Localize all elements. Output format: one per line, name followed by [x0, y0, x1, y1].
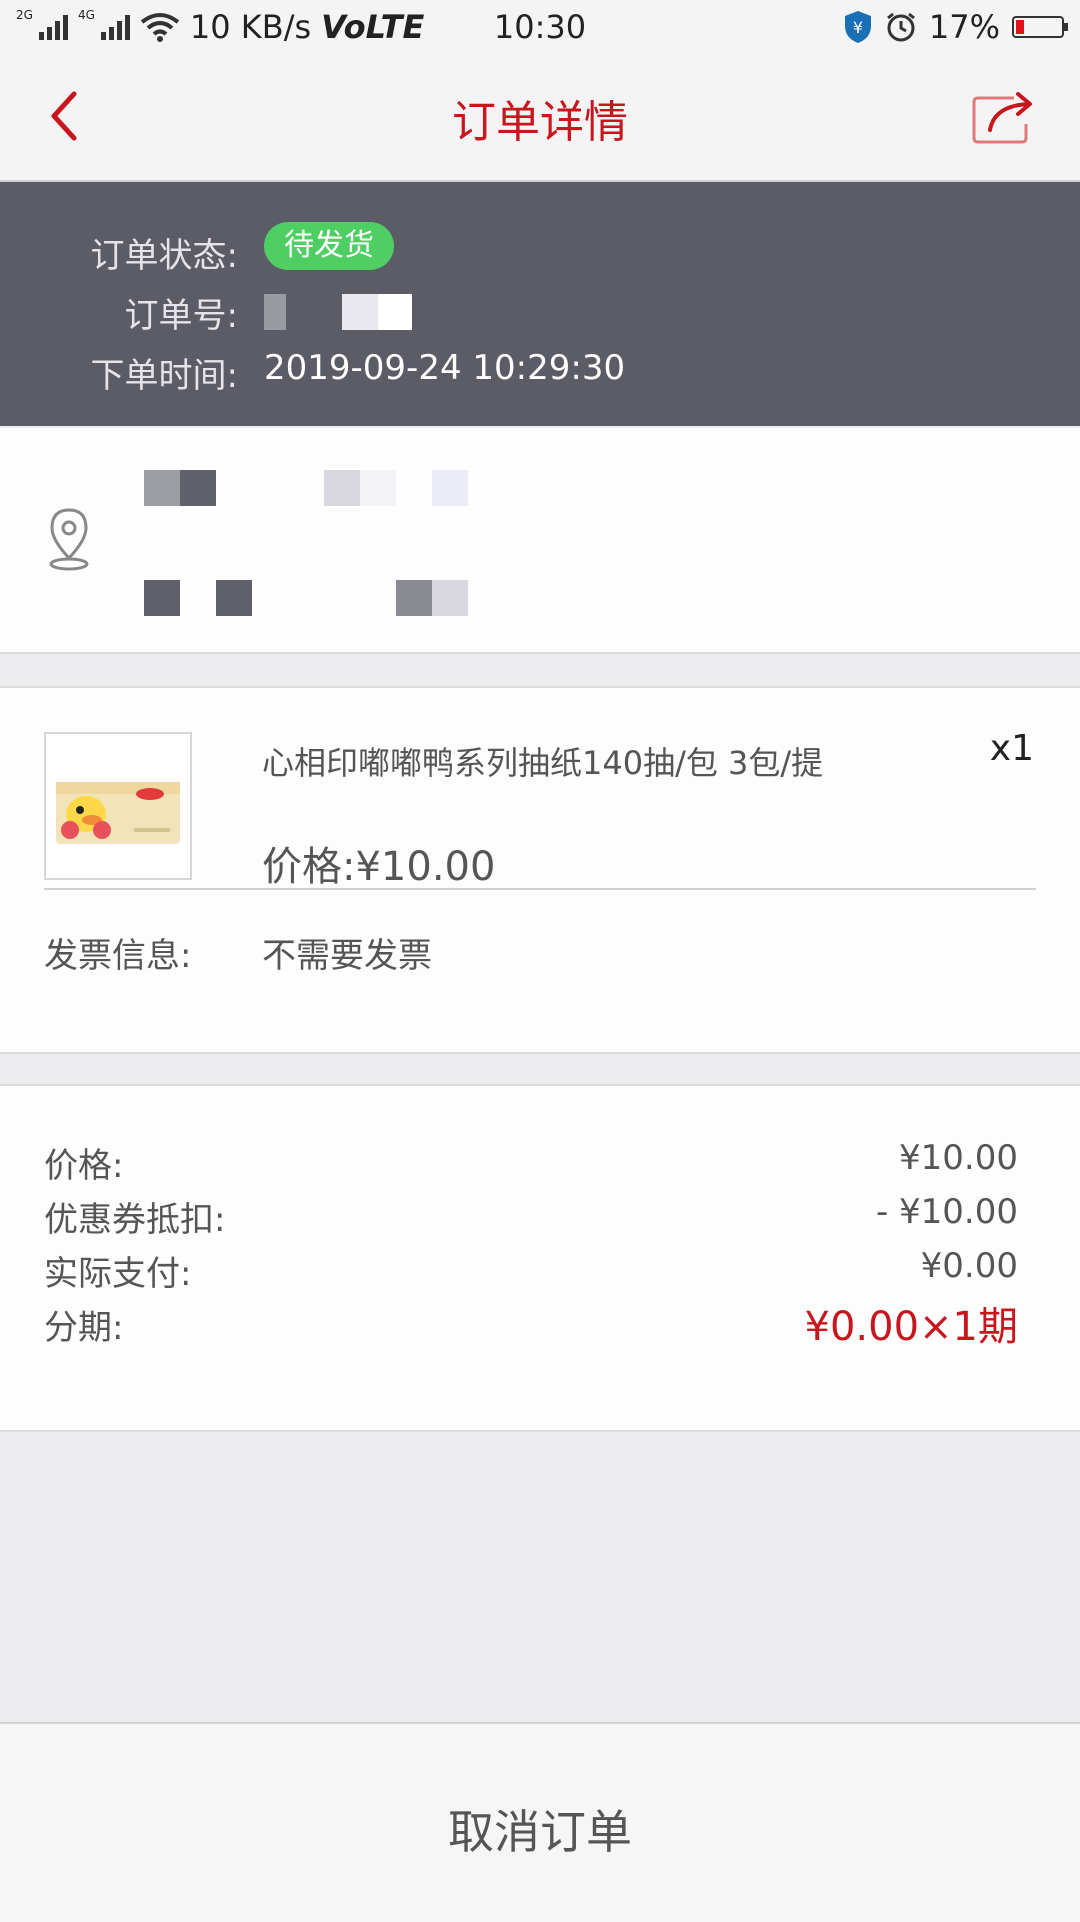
coupon-row: 优惠券抵扣: - ¥10.00 [44, 1192, 1018, 1240]
order-time-row: 下单时间: 2019-09-24 10:29:30 [0, 348, 1080, 398]
divider [44, 888, 1036, 890]
order-number-row: 订单号: [0, 288, 1080, 338]
order-header: 订单状态: 待发货 订单号: 下单时间: 2019-09-24 10:29:30 [0, 182, 1080, 426]
invoice-value: 不需要发票 [262, 936, 432, 976]
battery-icon [1012, 16, 1068, 38]
price-row: 价格: ¥10.00 [44, 1138, 1018, 1186]
order-status-label: 订单状态: [90, 236, 238, 276]
svg-text:¥: ¥ [853, 18, 863, 37]
page-title: 订单详情 [452, 97, 628, 148]
status-badge: 待发货 [264, 222, 394, 270]
nav-bar: 订单详情 [0, 56, 1080, 182]
installment-label: 分期: [44, 1308, 124, 1348]
status-right: ¥ 17% [843, 8, 1068, 46]
product-thumbnail[interactable] [44, 732, 192, 880]
order-number-redacted [264, 294, 412, 339]
installment-value: ¥0.00×1期 [804, 1304, 1018, 1350]
address-card[interactable] [0, 428, 1080, 654]
status-bar: 2G 4G 10 KB/s VoLTE 10:30 ¥ 17% [0, 0, 1080, 56]
price-label: 价格: [44, 1146, 124, 1186]
product-price: 价格:¥10.00 [262, 844, 496, 890]
price-summary-card: 价格: ¥10.00 优惠券抵扣: - ¥10.00 实际支付: ¥0.00 分… [0, 1084, 1080, 1432]
order-time-value: 2019-09-24 10:29:30 [264, 348, 626, 388]
coupon-value: - ¥10.00 [875, 1192, 1018, 1232]
bottom-bar: 取消订单 [0, 1722, 1080, 1922]
actual-payment-row: 实际支付: ¥0.00 [44, 1246, 1018, 1294]
tissue-box-image [56, 782, 180, 844]
location-pin-icon [49, 508, 89, 571]
invoice-label: 发票信息: [44, 936, 192, 976]
actual-payment-value: ¥0.00 [920, 1246, 1018, 1286]
price-value: ¥10.00 [899, 1138, 1018, 1178]
alarm-icon [886, 12, 915, 42]
product-card: 心相印嘟嘟鸭系列抽纸140抽/包 3包/提 x1 价格:¥10.00 发票信息:… [0, 686, 1080, 1054]
product-name[interactable]: 心相印嘟嘟鸭系列抽纸140抽/包 3包/提 [262, 738, 823, 784]
battery-percent: 17% [928, 8, 1000, 46]
cancel-order-button[interactable]: 取消订单 [0, 1796, 1080, 1862]
installment-row: 分期: ¥0.00×1期 [44, 1300, 1018, 1350]
shield-yen-icon: ¥ [844, 11, 871, 43]
order-number-label: 订单号: [124, 296, 238, 336]
product-quantity: x1 [989, 728, 1034, 769]
order-status-row: 订单状态: 待发货 [0, 222, 1080, 278]
coupon-label: 优惠券抵扣: [44, 1200, 226, 1240]
share-icon[interactable] [970, 86, 1040, 146]
actual-payment-label: 实际支付: [44, 1254, 192, 1294]
order-time-label: 下单时间: [90, 356, 238, 396]
